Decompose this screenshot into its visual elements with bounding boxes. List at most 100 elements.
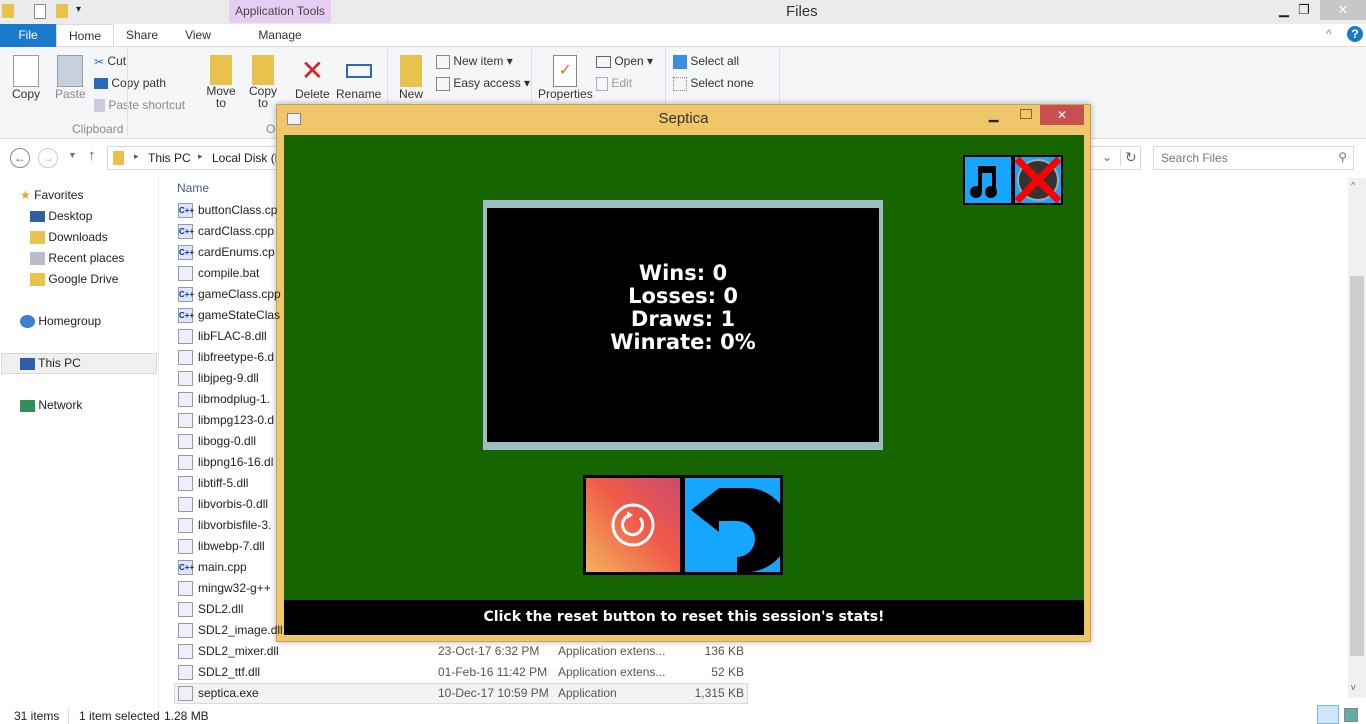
edit-button[interactable]: Edit [596,76,632,91]
back-button-game[interactable] [685,478,789,572]
select-all-button[interactable]: Select all [673,54,739,69]
file-row[interactable]: septica.exe [178,683,259,703]
file-row[interactable]: C++ gameClass.cpp [178,284,281,304]
file-type: Application extens... [558,644,666,658]
file-row[interactable]: libmodplug-1. [178,389,270,409]
file-row[interactable]: SDL2_mixer.dll [178,641,279,661]
large-icons-view-button[interactable] [1344,708,1358,722]
file-name: libtiff-5.dll [198,476,249,490]
file-type: Application extens... [558,665,666,679]
paste-button[interactable]: Paste [55,55,86,101]
file-size: 1,315 KB [694,686,744,700]
file-type: Application [558,686,617,700]
paste-icon [57,55,84,87]
paste-shortcut-icon [94,99,105,113]
new-item-button[interactable]: New item ▾ [436,54,513,69]
back-button[interactable]: ← [10,148,30,168]
paste-shortcut-button[interactable]: Paste shortcut [94,98,185,113]
septica-close-button[interactable]: ✕ [1040,105,1084,125]
nav-downloads[interactable]: Downloads [30,230,108,245]
file-row[interactable]: SDL2_image.dll [178,620,283,640]
nav-homegroup[interactable]: Homegroup [20,314,101,329]
properties-check-icon: ✓ [553,55,578,87]
sound-mute-button[interactable] [1013,155,1063,205]
copy-path-icon [94,78,108,90]
forward-button[interactable]: → [38,148,58,168]
open-button[interactable]: Open ▾ [596,54,653,68]
recent-locations-button[interactable]: ▼ [68,150,77,160]
music-toggle-button[interactable] [963,155,1013,205]
nav-favorites[interactable]: ★ Favorites [20,188,83,202]
file-row[interactable]: libwebp-7.dll [178,536,265,556]
cut-button[interactable]: ✂ Cut [94,54,126,69]
scroll-up-icon[interactable]: ^ [1351,180,1355,190]
dll-file-icon [178,329,193,345]
file-row[interactable]: libtiff-5.dll [178,473,248,493]
file-row[interactable]: libfreetype-6.d [178,347,274,367]
file-row[interactable]: libogg-0.dll [178,431,256,451]
new-folder-button[interactable]: New [399,55,423,101]
septica-maximize-button[interactable] [1020,109,1032,119]
septica-minimize-button[interactable]: ▁ [989,108,998,122]
move-to-button[interactable]: Move to [206,55,236,109]
rename-button[interactable]: Rename [336,55,381,101]
up-button[interactable]: ↑ [88,147,96,164]
file-row[interactable]: mingw32-g++ [178,578,271,598]
properties-icon[interactable] [34,4,46,19]
nav-google-drive[interactable]: Google Drive [30,272,118,287]
search-input[interactable]: Search Files ⚲ [1153,146,1354,170]
file-row[interactable]: libpng16-16.dl [178,452,273,472]
properties-button[interactable]: ✓ Properties [538,55,593,101]
help-icon[interactable]: ? [1347,26,1363,42]
refresh-icon[interactable]: ↻ [1120,149,1137,166]
copy-path-button[interactable]: Copy path [94,76,166,90]
copy-button[interactable]: Copy [12,55,40,101]
file-name: buttonClass.cp [198,203,278,217]
nav-recent-places[interactable]: Recent places [30,251,124,266]
breadcrumb-local-disk[interactable]: Local Disk (D [212,151,283,165]
nav-network[interactable]: Network [20,398,82,412]
file-row[interactable]: C++ main.cpp [178,557,247,577]
new-item-icon [436,54,450,69]
stat-losses: Losses: 0 [628,284,738,308]
easy-access-button[interactable]: Easy access ▾ [436,76,530,91]
homegroup-icon [20,315,35,329]
file-row[interactable]: libvorbis-0.dll [178,494,268,514]
new-folder-icon[interactable] [56,4,68,18]
nav-desktop[interactable]: Desktop [30,209,92,223]
scroll-down-icon[interactable]: v [1351,682,1356,692]
address-dropdown-icon[interactable]: ⌄ [1102,150,1112,164]
minimize-ribbon-icon[interactable]: ^ [1326,27,1332,41]
file-row[interactable]: libvorbisfile-3. [178,515,271,535]
tab-share[interactable]: Share [116,24,168,47]
file-row[interactable]: compile.bat [178,263,259,283]
search-icon: ⚲ [1338,150,1347,164]
vertical-scrollbar[interactable]: ^ v [1348,178,1366,698]
file-row[interactable]: libjpeg-9.dll [178,368,259,388]
tab-home[interactable]: Home [56,24,114,48]
delete-button[interactable]: ✕ Delete [295,55,330,101]
tab-view[interactable]: View [172,24,224,47]
file-row[interactable]: libmpg123-0.d [178,410,274,430]
file-row[interactable]: C++ cardClass.cpp [178,221,274,241]
dll-file-icon [178,476,193,492]
nav-this-pc[interactable]: This PC [20,356,81,370]
customize-quick-access-icon[interactable]: ▾ [76,4,81,15]
tab-manage[interactable]: Manage [236,24,324,47]
close-button[interactable]: ✕ [1320,0,1366,20]
details-view-button[interactable] [1317,705,1339,724]
file-row[interactable]: SDL2_ttf.dll [178,662,260,682]
scrollbar-thumb[interactable] [1350,276,1364,656]
file-row[interactable]: libFLAC-8.dll [178,326,267,346]
reset-stats-button[interactable] [586,478,680,572]
breadcrumb-this-pc[interactable]: This PC [148,151,191,165]
column-header-name[interactable]: Name [177,181,209,195]
file-row[interactable]: C++ gameStateClas [178,305,280,325]
copy-to-button[interactable]: Copy to [248,55,278,109]
file-row[interactable]: C++ buttonClass.cp [178,200,277,220]
file-row[interactable]: SDL2.dll [178,599,243,619]
file-row[interactable]: C++ cardEnums.cp [178,242,275,262]
select-none-button[interactable]: Select none [673,76,754,91]
tab-file[interactable]: File [0,24,56,47]
cpp-file-icon: C++ [178,203,194,219]
